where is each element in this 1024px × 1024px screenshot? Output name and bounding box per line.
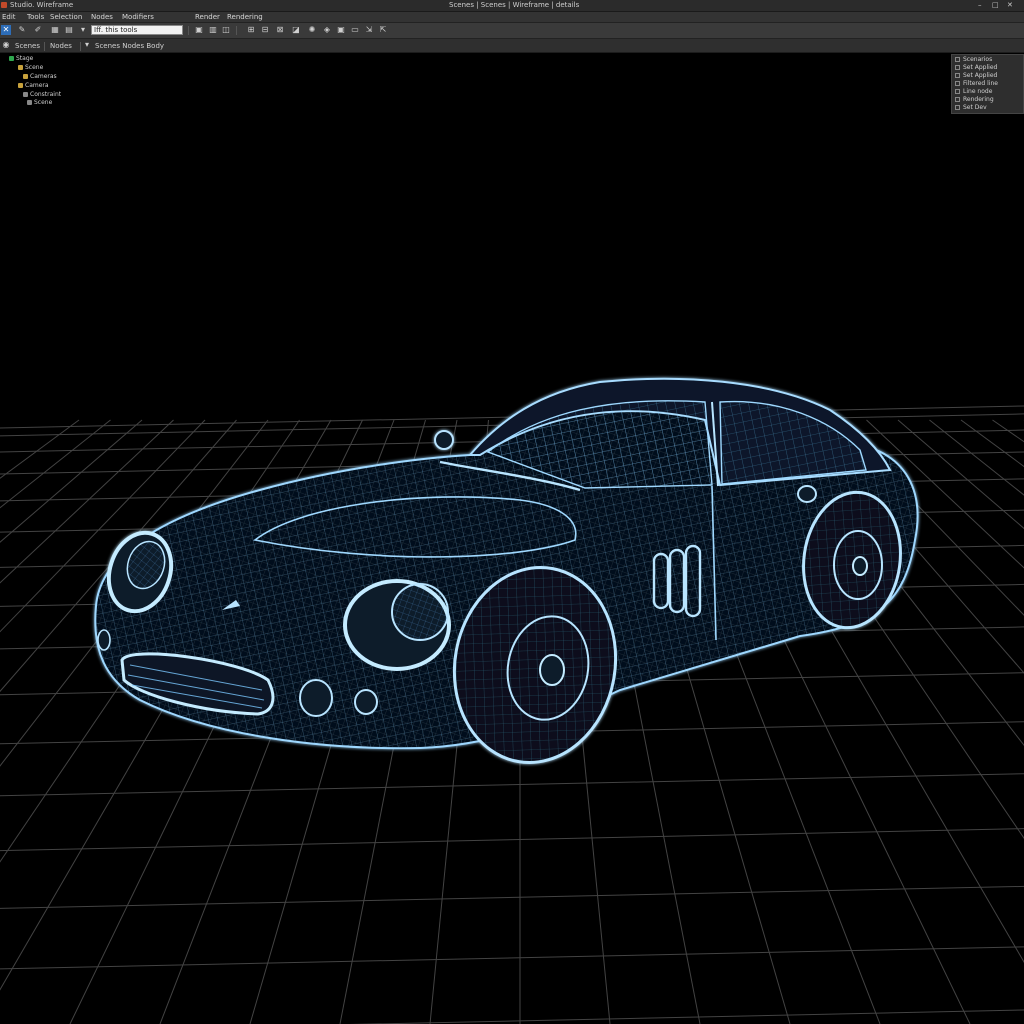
- grid-line: [0, 419, 80, 479]
- tree-item-label: Scene: [34, 99, 53, 106]
- 3d-viewport[interactable]: [0, 115, 1024, 1024]
- grid-line: [0, 946, 1024, 970]
- menu-selection[interactable]: Selection: [50, 13, 82, 21]
- minimize-icon[interactable]: –: [978, 1, 982, 9]
- property-label: Set Applied: [963, 72, 998, 79]
- grid-icon[interactable]: ▦: [50, 25, 60, 35]
- checkbox-icon: [955, 65, 960, 70]
- menu-render[interactable]: Render: [195, 13, 220, 21]
- close-icon[interactable]: ✕: [1007, 1, 1013, 9]
- search-input[interactable]: [91, 25, 183, 35]
- grid-line: [0, 419, 111, 509]
- title-bar: Studio. Wireframe Scenes | Scenes | Wire…: [0, 0, 1024, 12]
- constraint-icon: [23, 92, 28, 97]
- document-title: Scenes | Scenes | Wireframe | details: [449, 1, 580, 9]
- brush-tool-icon[interactable]: ✐: [33, 25, 43, 35]
- viewport-canvas: [0, 377, 1024, 1024]
- menu-tools[interactable]: Tools: [27, 13, 44, 21]
- tab-scenes[interactable]: Scenes: [15, 42, 40, 50]
- tree-item[interactable]: Cameras: [23, 73, 57, 82]
- property-label: Filtered line: [963, 80, 998, 87]
- tree-item-label: Constraint: [30, 91, 62, 98]
- table-icon[interactable]: ▤: [64, 25, 74, 35]
- properties-panel: Scenarios Set Applied Set Applied Filter…: [951, 54, 1024, 114]
- menu-edit[interactable]: Edit: [2, 13, 16, 21]
- checkbox-icon: [955, 105, 960, 110]
- tree-item-label: Scene: [25, 64, 44, 71]
- grid-line: [0, 773, 1024, 797]
- scene-breadcrumb[interactable]: Scenes Nodes Body: [95, 42, 164, 50]
- camera-icon[interactable]: ◈: [322, 25, 332, 35]
- tree-item[interactable]: Camera: [18, 82, 49, 91]
- dropdown-icon[interactable]: ▾: [78, 25, 88, 35]
- app-title: Studio. Wireframe: [10, 1, 74, 9]
- property-label: Line node: [963, 88, 993, 95]
- menu-nodes[interactable]: Nodes: [91, 13, 113, 21]
- split-view-icon[interactable]: ◫: [221, 25, 231, 35]
- toolbar-divider: [188, 26, 189, 35]
- app-logo-icon: [1, 2, 7, 8]
- tree-item-label: Camera: [25, 82, 49, 89]
- tree-item[interactable]: Stage: [9, 55, 33, 64]
- main-toolbar: ✕ ✎ ✐ ▦ ▤ ▾ ▣ ▥ ◫ ⊞ ⊟ ⊠ ◪ ✺ ◈ ▣ ▭ ⇲ ⇱: [0, 23, 1024, 39]
- connect-icon[interactable]: ⊟: [260, 25, 270, 35]
- layout-icon[interactable]: ▥: [208, 25, 218, 35]
- chevron-down-icon[interactable]: ▾: [82, 40, 92, 50]
- transform-icon[interactable]: ⇲: [364, 25, 374, 35]
- camera-icon: [18, 83, 23, 88]
- grid-line: [0, 419, 143, 543]
- property-label: Set Applied: [963, 64, 998, 71]
- checkbox-icon: [955, 57, 960, 62]
- folder-icon: [18, 65, 23, 70]
- maximize-icon[interactable]: □: [992, 1, 999, 9]
- lasso-tool-icon[interactable]: ✎: [17, 25, 27, 35]
- folder-icon: [23, 74, 28, 79]
- checkbox-icon: [955, 97, 960, 102]
- frame-icon[interactable]: ▣: [194, 25, 204, 35]
- checkbox-icon: [955, 73, 960, 78]
- grid-line: [0, 419, 206, 633]
- grid-line: [349, 1009, 1024, 1024]
- toolbar-divider: [236, 26, 237, 35]
- light-icon[interactable]: ✺: [307, 25, 317, 35]
- select-tool-icon[interactable]: ✕: [1, 25, 11, 35]
- car-wireframe: [94, 377, 919, 765]
- sub-toolbar: ◉ Scenes Nodes ▾ Scenes Nodes Body: [0, 39, 1024, 53]
- scene-icon[interactable]: ◉: [1, 40, 11, 50]
- menu-rendering[interactable]: Rendering: [227, 13, 263, 21]
- property-label: Set Dev: [963, 104, 987, 111]
- tree-item-label: Stage: [16, 55, 34, 62]
- grid-line: [0, 419, 174, 584]
- scale-icon[interactable]: ⇱: [378, 25, 388, 35]
- menu-bar: Edit Tools Selection Nodes Modifiers Ren…: [0, 12, 1024, 23]
- shader-icon[interactable]: ◪: [291, 25, 301, 35]
- render-view-icon[interactable]: ▣: [336, 25, 346, 35]
- property-label: Rendering: [963, 96, 994, 103]
- stage-icon: [9, 56, 14, 61]
- grid-line: [0, 828, 1024, 852]
- grid-line: [0, 885, 1024, 909]
- property-label: Scenarios: [963, 56, 993, 63]
- object-icon: [27, 100, 32, 105]
- hierarchy-icon[interactable]: ⊞: [246, 25, 256, 35]
- property-item[interactable]: Set Dev: [955, 104, 987, 113]
- tab-nodes[interactable]: Nodes: [50, 42, 72, 50]
- scene-outliner: Stage Scene Cameras Camera Constraint Sc…: [0, 53, 80, 108]
- checkbox-icon: [955, 81, 960, 86]
- menu-modifiers[interactable]: Modifiers: [122, 13, 154, 21]
- tree-item-label: Cameras: [30, 73, 57, 80]
- checkbox-icon: [955, 89, 960, 94]
- toolbar-divider: [80, 42, 81, 51]
- tree-item[interactable]: Scene: [27, 99, 52, 108]
- network-icon[interactable]: ⊠: [275, 25, 285, 35]
- screen-icon[interactable]: ▭: [350, 25, 360, 35]
- tree-item[interactable]: Scene: [18, 64, 43, 73]
- toolbar-divider: [44, 42, 45, 51]
